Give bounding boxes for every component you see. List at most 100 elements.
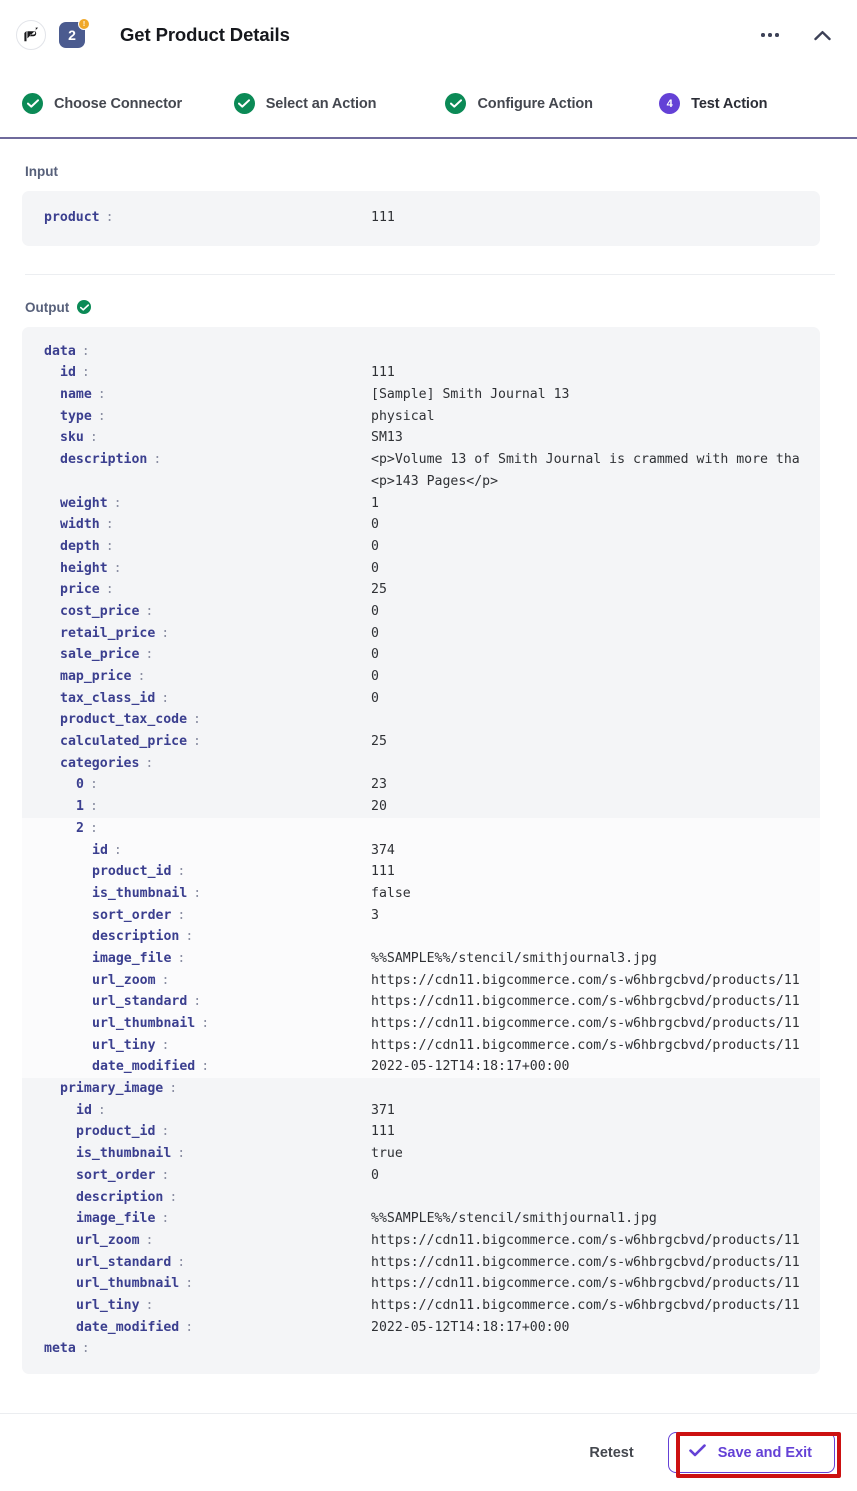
data-row: meta: xyxy=(22,1338,820,1360)
data-row-key: date_modified xyxy=(76,1319,180,1335)
data-row: data: xyxy=(22,341,820,363)
bigcommerce-logo-icon xyxy=(16,20,46,50)
data-row: sort_order: 3 xyxy=(22,904,820,927)
data-row-key: image_file xyxy=(76,1211,156,1227)
data-row: width: 0 xyxy=(22,514,820,536)
panel-footer: Retest Save and Exit xyxy=(0,1413,857,1491)
data-row: url_tiny: https://cdn11.bigcommerce.com/s… xyxy=(22,1034,820,1057)
data-row-colon: : xyxy=(113,495,122,511)
step-configure-action[interactable]: Configure Action xyxy=(445,93,659,114)
data-row-key: url_tiny xyxy=(92,1037,156,1053)
data-row: url_standard: https://cdn11.bigcommerce.c… xyxy=(22,1252,820,1274)
data-row-colon: : xyxy=(201,1059,210,1075)
save-and-exit-label: Save and Exit xyxy=(717,1444,812,1461)
data-row-colon: : xyxy=(89,777,98,793)
step-test-action[interactable]: 4 Test Action xyxy=(659,93,857,114)
header-actions xyxy=(757,22,835,48)
step-label: Select an Action xyxy=(265,95,377,112)
data-row-value: 111 xyxy=(371,864,395,880)
data-row-colon: : xyxy=(153,452,162,468)
badge-alert-icon: ! xyxy=(78,18,90,30)
data-row-colon: : xyxy=(113,842,122,858)
data-row: url_standard: https://cdn11.bigcommerce.c… xyxy=(22,991,820,1014)
data-row: map_price: 0 xyxy=(22,666,820,688)
data-row-value: https://cdn11.bigcommerce.com/s-w6hbrgcb… xyxy=(371,994,800,1010)
data-row-value: false xyxy=(371,885,411,901)
check-icon xyxy=(688,1444,706,1461)
data-row-colon: : xyxy=(169,1189,178,1205)
data-row: product_id: 111 xyxy=(22,1121,820,1143)
data-row: url_zoom: https://cdn11.bigcommerce.com/s… xyxy=(22,1230,820,1252)
step-label: Choose Connector xyxy=(54,95,183,112)
data-row: weight: 1 xyxy=(22,493,820,515)
step-choose-connector[interactable]: Choose Connector xyxy=(22,93,234,114)
data-row: id: 374 xyxy=(22,839,820,862)
data-row-colon: : xyxy=(81,1341,90,1357)
check-circle-icon xyxy=(77,300,92,315)
data-row: is_thumbnail: false xyxy=(22,882,820,905)
data-row: date_modified: 2022-05-12T14:18:17+00:00 xyxy=(22,1056,820,1079)
data-row-key: date_modified xyxy=(92,1059,196,1075)
data-row-colon: : xyxy=(161,625,170,641)
data-row-value: 23 xyxy=(371,777,387,793)
page-title: Get Product Details xyxy=(120,24,290,45)
data-row-key: retail_price xyxy=(60,625,156,641)
data-row-value: 0 xyxy=(371,538,379,554)
input-label-text: Input xyxy=(25,164,58,179)
data-row-key: id xyxy=(92,842,108,858)
data-row-key: sort_order xyxy=(76,1167,156,1183)
step-label: Configure Action xyxy=(477,95,593,112)
data-row-key: url_tiny xyxy=(76,1297,140,1313)
data-row-colon: : xyxy=(161,972,170,988)
data-row-value: 0 xyxy=(371,517,379,533)
data-row-value: 0 xyxy=(371,560,379,576)
check-circle-icon xyxy=(233,93,255,114)
data-row-key: meta xyxy=(44,1341,76,1357)
data-row-value: 111 xyxy=(371,210,395,225)
data-row-colon: : xyxy=(169,1081,178,1097)
data-row-value: 3 xyxy=(371,907,379,923)
data-row: product_id: 111 xyxy=(22,861,820,883)
data-row: url_thumbnail: https://cdn11.bigcommerce.… xyxy=(22,1273,820,1295)
data-row: retail_price: 0 xyxy=(22,623,820,645)
data-row-key: price xyxy=(60,582,100,598)
data-row-colon: : xyxy=(161,690,170,706)
step-select-an-action[interactable]: Select an Action xyxy=(233,93,446,114)
data-row-colon: : xyxy=(137,669,146,685)
save-and-exit-button[interactable]: Save and Exit xyxy=(667,1432,835,1473)
data-row-value: <p>Volume 13 of Smith Journal is crammed… xyxy=(371,452,800,489)
data-row-key: url_thumbnail xyxy=(92,1016,196,1032)
data-row-colon: : xyxy=(161,1211,170,1227)
data-row-value: 0 xyxy=(371,647,379,663)
data-row: product: 111 xyxy=(22,207,820,229)
data-row-colon: : xyxy=(145,755,154,771)
data-row-value: 20 xyxy=(371,799,387,815)
ellipsis-icon[interactable] xyxy=(757,22,783,48)
data-row: product_tax_code: xyxy=(22,709,820,731)
data-row-key: sort_order xyxy=(92,907,172,923)
data-row-value: SM13 xyxy=(371,430,403,446)
data-row-value: 0 xyxy=(371,625,379,641)
data-row-key: description xyxy=(92,929,180,945)
data-row-key: url_thumbnail xyxy=(76,1276,180,1292)
data-row: description: xyxy=(22,926,820,948)
data-row-colon: : xyxy=(145,1232,154,1248)
data-row: cost_price: 0 xyxy=(22,601,820,623)
data-row-colon: : xyxy=(145,1297,154,1313)
data-row: name: [Sample] Smith Journal 13 xyxy=(22,384,820,406)
data-row-value: 1 xyxy=(371,495,379,511)
data-row-key: description xyxy=(76,1189,164,1205)
data-row: image_file: %%SAMPLE%%/stencil/smithjourn… xyxy=(22,1208,820,1230)
data-row-colon: : xyxy=(177,864,186,880)
data-row-key: sku xyxy=(60,430,84,446)
data-row-colon: : xyxy=(105,210,114,225)
data-row-colon: : xyxy=(193,734,201,750)
data-row-value: 2022-05-12T14:18:17+00:00 xyxy=(371,1059,570,1075)
retest-button[interactable]: Retest xyxy=(583,1437,639,1469)
data-row-key: type xyxy=(60,408,92,424)
chevron-up-icon[interactable] xyxy=(809,22,835,48)
data-row-value: https://cdn11.bigcommerce.com/s-w6hbrgcb… xyxy=(371,1297,800,1313)
check-circle-icon xyxy=(22,93,43,114)
data-row: calculated_price: 25 xyxy=(22,731,820,753)
data-row-value: 0 xyxy=(371,603,379,619)
